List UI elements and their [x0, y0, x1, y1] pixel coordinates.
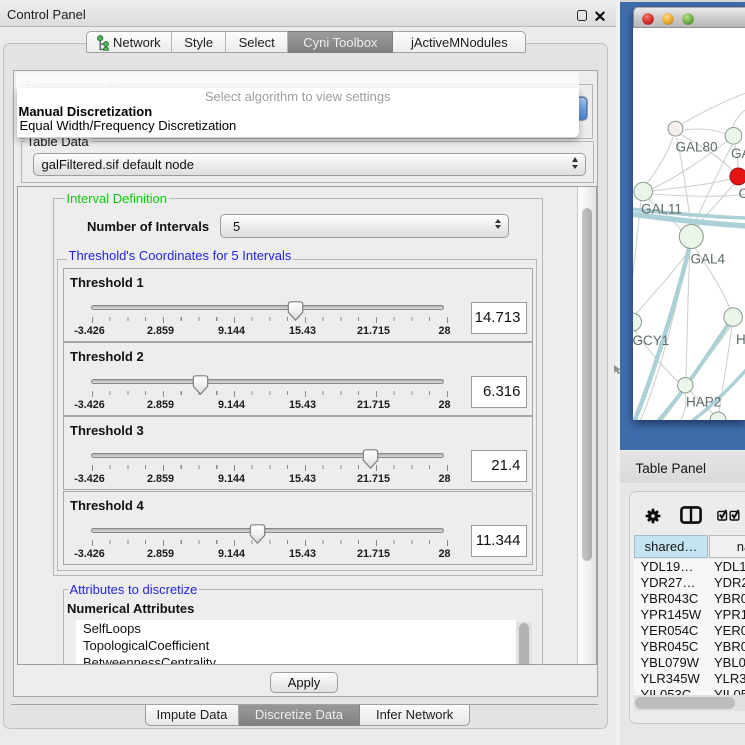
svg-text:GAL11: GAL11: [641, 202, 682, 217]
svg-text:C: C: [738, 186, 745, 201]
svg-text:HAP2: HAP2: [686, 395, 721, 410]
svg-text:GA: GA: [731, 146, 745, 161]
svg-text:H: H: [736, 332, 745, 347]
svg-text:GAL80: GAL80: [675, 140, 717, 155]
svg-text:GAL4: GAL4: [690, 252, 725, 267]
svg-text:GCY1: GCY1: [633, 333, 669, 348]
